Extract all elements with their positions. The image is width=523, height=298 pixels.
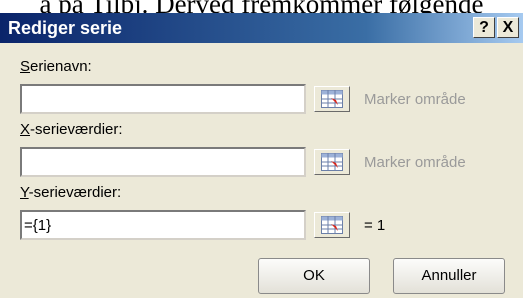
series-name-label: Serienavn: bbox=[20, 58, 92, 75]
series-name-collapse-button[interactable] bbox=[314, 86, 350, 112]
range-collapse-icon bbox=[321, 90, 343, 108]
y-values-accelerator: Y bbox=[20, 184, 29, 201]
ok-button[interactable]: OK bbox=[258, 258, 370, 294]
y-values-collapse-button[interactable] bbox=[314, 212, 350, 238]
series-name-accelerator: S bbox=[20, 58, 31, 75]
x-values-hint: Marker område bbox=[364, 154, 466, 171]
x-values-input[interactable] bbox=[20, 147, 306, 177]
title-bar[interactable]: Rediger serie ? X bbox=[0, 13, 523, 43]
close-button[interactable]: X bbox=[497, 17, 519, 38]
range-collapse-icon bbox=[321, 216, 343, 234]
y-values-input[interactable]: ={1} bbox=[20, 210, 306, 240]
dialog-title: Rediger serie bbox=[8, 18, 123, 38]
y-values-label: Y-serieværdier: bbox=[20, 184, 121, 201]
range-collapse-icon bbox=[321, 153, 343, 171]
y-values-result: = 1 bbox=[364, 217, 386, 234]
edit-series-dialog: Rediger serie ? X Serienavn: Marker områ… bbox=[0, 13, 523, 298]
series-name-input[interactable] bbox=[20, 84, 306, 114]
x-values-label-text: -serieværdier: bbox=[30, 121, 123, 138]
x-values-label: X-serieværdier: bbox=[20, 121, 123, 138]
x-values-accelerator: X bbox=[20, 121, 31, 138]
series-name-hint: Marker område bbox=[364, 91, 466, 108]
help-button[interactable]: ? bbox=[473, 17, 495, 38]
y-values-label-text: -serieværdier: bbox=[28, 184, 122, 201]
x-values-collapse-button[interactable] bbox=[314, 149, 350, 175]
series-name-label-text: erienavn: bbox=[30, 58, 92, 75]
cancel-button[interactable]: Annuller bbox=[393, 258, 505, 294]
